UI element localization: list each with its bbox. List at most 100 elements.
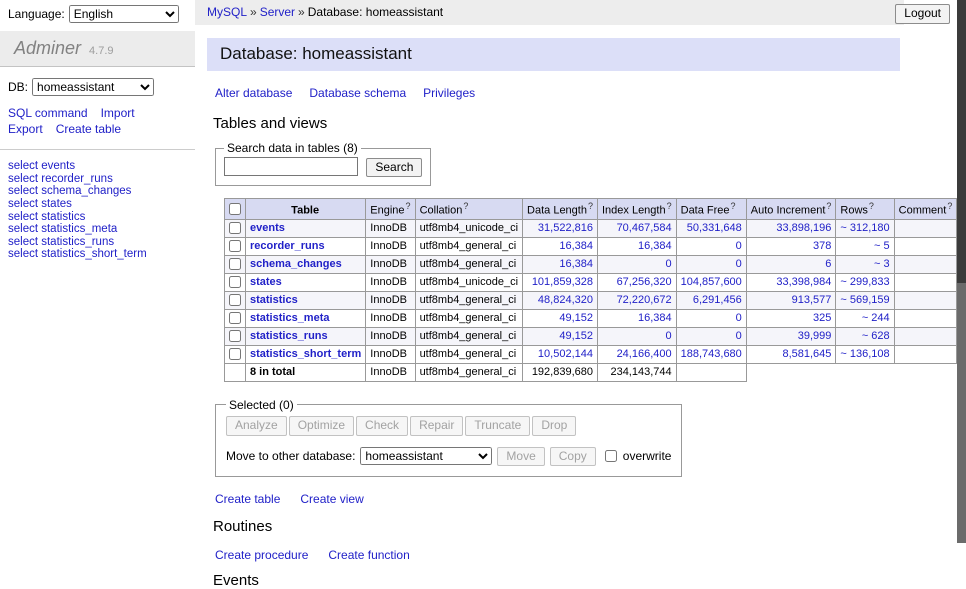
rows-link[interactable]: ~ 136,108 xyxy=(840,348,889,360)
sidebar-select-table-link[interactable]: select recorder_runs xyxy=(8,173,187,186)
auto-increment-link[interactable]: 6 xyxy=(825,258,831,270)
move-button[interactable]: Move xyxy=(497,447,544,467)
scrollbar[interactable] xyxy=(957,0,966,543)
table-name-link[interactable]: events xyxy=(250,222,285,234)
data-length-link[interactable]: 48,824,320 xyxy=(538,294,593,306)
data-free-link[interactable]: 0 xyxy=(736,258,742,270)
sidebar-action-link[interactable]: SQL command xyxy=(8,106,88,120)
column-help-icon[interactable]: ? xyxy=(731,201,736,211)
data-length-link[interactable]: 16,384 xyxy=(559,258,593,270)
db-select[interactable]: homeassistant xyxy=(32,78,154,96)
column-help-icon[interactable]: ? xyxy=(947,201,952,211)
data-length-link[interactable]: 10,502,144 xyxy=(538,348,593,360)
column-help-icon[interactable]: ? xyxy=(667,201,672,211)
column-header[interactable]: Rows? xyxy=(836,199,894,220)
auto-increment-link[interactable]: 33,398,984 xyxy=(776,276,831,288)
data-free-link[interactable]: 0 xyxy=(736,330,742,342)
search-input[interactable] xyxy=(224,157,358,176)
index-length-link[interactable]: 16,384 xyxy=(638,240,672,252)
sidebar-select-table-link[interactable]: select statistics_meta xyxy=(8,223,187,236)
selected-action-button[interactable]: Check xyxy=(356,416,408,436)
column-header[interactable]: Auto Increment? xyxy=(746,199,836,220)
row-checkbox[interactable] xyxy=(229,240,241,252)
auto-increment-link[interactable]: 913,577 xyxy=(792,294,832,306)
selected-action-button[interactable]: Truncate xyxy=(465,416,530,436)
db-action-link[interactable]: Alter database xyxy=(215,86,292,100)
table-name-link[interactable]: statistics_runs xyxy=(250,330,328,342)
sidebar-action-link[interactable]: Import xyxy=(101,106,135,120)
data-length-link[interactable]: 31,522,816 xyxy=(538,222,593,234)
auto-increment-link[interactable]: 325 xyxy=(813,312,831,324)
db-action-link[interactable]: Database schema xyxy=(309,86,406,100)
logout-button[interactable]: Logout xyxy=(895,4,950,24)
index-length-link[interactable]: 70,467,584 xyxy=(617,222,672,234)
row-checkbox[interactable] xyxy=(229,258,241,270)
column-help-icon[interactable]: ? xyxy=(826,201,831,211)
column-help-icon[interactable]: ? xyxy=(406,201,411,211)
row-checkbox[interactable] xyxy=(229,348,241,360)
auto-increment-link[interactable]: 8,581,645 xyxy=(782,348,831,360)
table-name-link[interactable]: schema_changes xyxy=(250,258,342,270)
index-length-link[interactable]: 72,220,672 xyxy=(617,294,672,306)
scrollbar-thumb[interactable] xyxy=(957,0,966,283)
rows-link[interactable]: ~ 3 xyxy=(874,258,890,270)
auto-increment-link[interactable]: 378 xyxy=(813,240,831,252)
index-length-link[interactable]: 67,256,320 xyxy=(617,276,672,288)
routine-link[interactable]: Create procedure xyxy=(215,548,308,562)
selected-action-button[interactable]: Optimize xyxy=(289,416,354,436)
copy-button[interactable]: Copy xyxy=(550,447,596,467)
auto-increment-link[interactable]: 33,898,196 xyxy=(776,222,831,234)
rows-link[interactable]: ~ 5 xyxy=(874,240,890,252)
sidebar-select-table-link[interactable]: select statistics_short_term xyxy=(8,248,187,261)
data-free-link[interactable]: 188,743,680 xyxy=(681,348,742,360)
table-name-link[interactable]: statistics_meta xyxy=(250,312,330,324)
data-free-link[interactable]: 104,857,600 xyxy=(681,276,742,288)
create-link[interactable]: Create table xyxy=(215,492,280,506)
sidebar-select-table-link[interactable]: select states xyxy=(8,198,187,211)
data-free-link[interactable]: 50,331,648 xyxy=(687,222,742,234)
app-name[interactable]: Adminer xyxy=(14,38,81,58)
column-header[interactable]: Comment? xyxy=(894,199,957,220)
column-header[interactable]: Index Length? xyxy=(597,199,676,220)
selected-action-button[interactable]: Analyze xyxy=(226,416,287,436)
data-length-link[interactable]: 101,859,328 xyxy=(532,276,593,288)
move-db-select[interactable]: homeassistant xyxy=(360,447,492,465)
row-checkbox[interactable] xyxy=(229,330,241,342)
sidebar-select-table-link[interactable]: select statistics xyxy=(8,211,187,224)
sidebar-select-table-link[interactable]: select schema_changes xyxy=(8,185,187,198)
auto-increment-link[interactable]: 39,999 xyxy=(798,330,832,342)
row-checkbox[interactable] xyxy=(229,312,241,324)
selected-action-button[interactable]: Repair xyxy=(410,416,463,436)
column-help-icon[interactable]: ? xyxy=(588,201,593,211)
rows-link[interactable]: ~ 569,159 xyxy=(840,294,889,306)
db-action-link[interactable]: Privileges xyxy=(423,86,475,100)
column-header[interactable]: Data Free? xyxy=(676,199,746,220)
create-link[interactable]: Create view xyxy=(300,492,363,506)
row-checkbox[interactable] xyxy=(229,276,241,288)
search-button[interactable]: Search xyxy=(366,158,422,178)
overwrite-label[interactable]: overwrite xyxy=(623,449,672,463)
data-free-link[interactable]: 6,291,456 xyxy=(693,294,742,306)
data-free-link[interactable]: 0 xyxy=(736,240,742,252)
select-all-checkbox[interactable] xyxy=(229,203,241,215)
index-length-link[interactable]: 0 xyxy=(666,258,672,270)
sidebar-action-link[interactable]: Export xyxy=(8,122,43,136)
row-checkbox[interactable] xyxy=(229,294,241,306)
table-name-link[interactable]: statistics xyxy=(250,294,298,306)
index-length-link[interactable]: 0 xyxy=(666,330,672,342)
overwrite-checkbox[interactable] xyxy=(605,450,617,462)
row-checkbox[interactable] xyxy=(229,222,241,234)
rows-link[interactable]: ~ 299,833 xyxy=(840,276,889,288)
rows-link[interactable]: ~ 244 xyxy=(862,312,890,324)
breadcrumb-mysql-link[interactable]: MySQL xyxy=(207,5,247,19)
column-header[interactable]: Engine? xyxy=(366,199,415,220)
data-length-link[interactable]: 49,152 xyxy=(559,330,593,342)
rows-link[interactable]: ~ 312,180 xyxy=(840,222,889,234)
column-header[interactable]: Collation? xyxy=(415,199,522,220)
index-length-link[interactable]: 16,384 xyxy=(638,312,672,324)
rows-link[interactable]: ~ 628 xyxy=(862,330,890,342)
data-length-link[interactable]: 16,384 xyxy=(559,240,593,252)
sidebar-select-table-link[interactable]: select statistics_runs xyxy=(8,236,187,249)
sidebar-action-link[interactable]: Create table xyxy=(56,122,121,136)
data-free-link[interactable]: 0 xyxy=(736,312,742,324)
